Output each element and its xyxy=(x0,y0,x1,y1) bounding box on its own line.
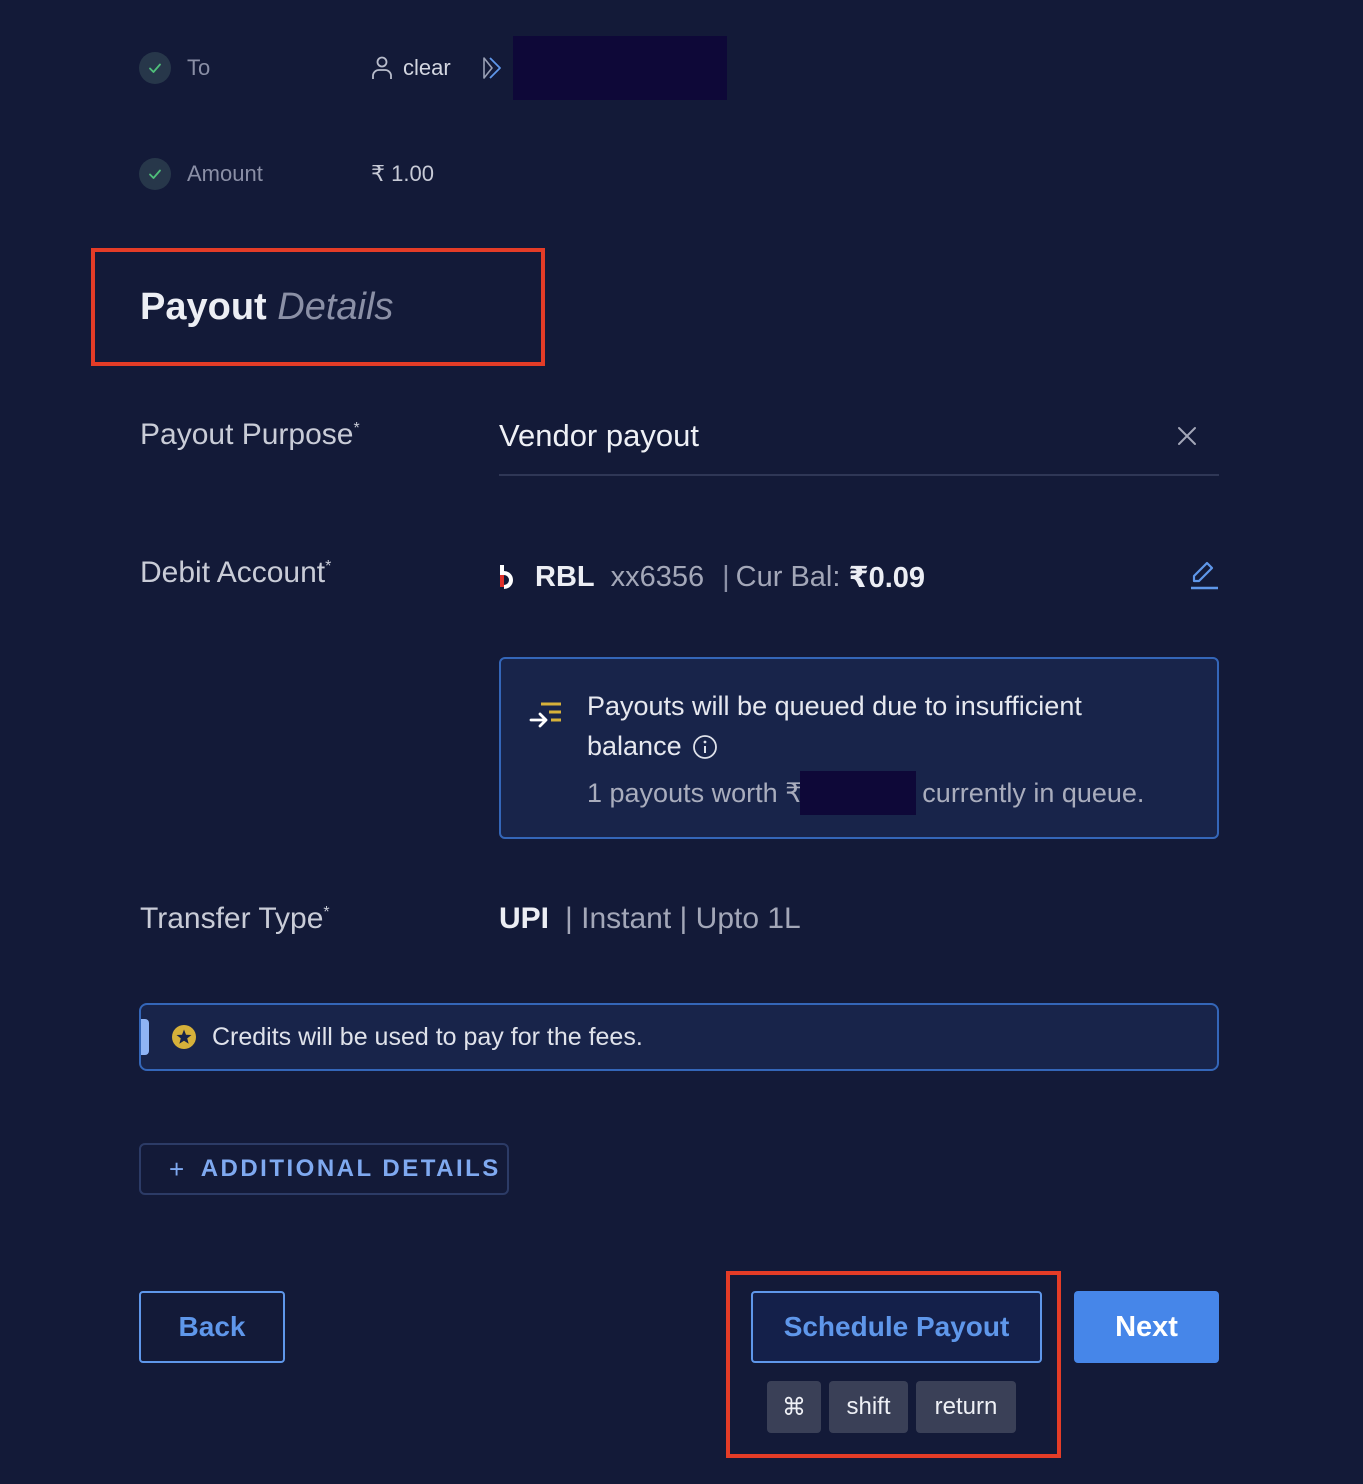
payout-purpose-label-text: Payout Purpose xyxy=(140,418,354,451)
queue-count-line: 1 payouts worth ₹ currently in queue. xyxy=(587,771,1144,815)
bank-name: RBL xyxy=(535,560,595,593)
close-icon[interactable] xyxy=(1175,424,1199,448)
key-return: return xyxy=(916,1381,1016,1433)
recipient-name: clear xyxy=(403,55,451,80)
account-number: xx6356 xyxy=(610,560,705,593)
section-title: Payout Details xyxy=(140,286,393,329)
summary-amount-value: ₹ 1.00 xyxy=(371,161,434,186)
required-mark: * xyxy=(325,558,332,575)
summary-to-row: To clear xyxy=(139,36,727,100)
notice-accent-bar xyxy=(141,1019,149,1055)
payout-purpose-input[interactable]: Vendor payout xyxy=(499,410,1219,476)
edit-icon[interactable] xyxy=(1186,557,1220,593)
balance-label: Cur Bal: xyxy=(735,560,841,593)
required-mark: * xyxy=(323,904,330,921)
additional-details-label: ADDITIONAL DETAILS xyxy=(200,1155,501,1182)
transfer-type-label: Transfer Type* xyxy=(140,902,330,936)
balance-value: ₹0.09 xyxy=(848,561,926,594)
summary-amount-row: Amount ₹ 1.00 xyxy=(139,157,434,191)
credits-notice: Credits will be used to pay for the fees… xyxy=(139,1003,1219,1071)
credits-notice-text: Credits will be used to pay for the fees… xyxy=(212,1023,643,1051)
rbl-bank-logo xyxy=(499,563,519,591)
queue-count-suffix: currently in queue. xyxy=(922,777,1145,808)
queue-icon xyxy=(529,701,563,733)
back-button[interactable]: Back xyxy=(139,1291,285,1363)
info-icon[interactable] xyxy=(692,734,718,760)
payout-form-page: To clear Amount ₹ 1.00 Payout Details Pa… xyxy=(0,0,1363,1484)
star-coin-icon xyxy=(171,1024,197,1050)
transfer-type-value: UPI | Instant | Upto 1L xyxy=(499,902,801,936)
redacted-amount xyxy=(800,771,917,815)
queue-message-balance: balance xyxy=(587,731,682,761)
debit-account-label: Debit Account* xyxy=(140,556,331,590)
next-button[interactable]: Next xyxy=(1074,1291,1219,1363)
debit-account-label-text: Debit Account xyxy=(140,556,326,589)
section-title-strong: Payout xyxy=(140,286,267,328)
redacted-recipient xyxy=(512,36,727,100)
section-title-light: Details xyxy=(277,286,394,328)
plus-icon: + xyxy=(169,1153,187,1184)
check-icon xyxy=(139,158,171,190)
person-icon xyxy=(371,55,393,81)
debit-account-value: RBL xx6356 | Cur Bal: ₹0.09 xyxy=(499,555,925,599)
schedule-payout-button[interactable]: Schedule Payout xyxy=(751,1291,1042,1363)
transfer-type-label-text: Transfer Type xyxy=(140,902,324,935)
payout-purpose-value: Vendor payout xyxy=(499,418,699,453)
transfer-description: | Instant | Upto 1L xyxy=(565,902,801,935)
summary-to-label: To xyxy=(187,55,211,80)
additional-details-button[interactable]: + ADDITIONAL DETAILS xyxy=(139,1143,509,1195)
required-mark: * xyxy=(353,420,360,437)
keyboard-shortcut: ⌘ shift return xyxy=(767,1381,1016,1433)
payout-purpose-label: Payout Purpose* xyxy=(140,418,360,452)
summary-to-value: clear xyxy=(371,36,727,100)
transfer-mode: UPI xyxy=(499,902,550,935)
separator: | xyxy=(722,560,730,593)
queue-notice: Payouts will be queued due to insufficie… xyxy=(499,657,1219,839)
check-icon xyxy=(139,52,171,84)
queue-message-line2: balance xyxy=(587,731,718,762)
summary-amount-label: Amount xyxy=(187,161,263,186)
queue-count-prefix: 1 payouts worth ₹ xyxy=(587,777,803,808)
queue-message-line1: Payouts will be queued due to insufficie… xyxy=(587,691,1082,721)
upi-arrow-icon xyxy=(481,56,503,80)
key-shift: shift xyxy=(829,1381,908,1433)
key-command: ⌘ xyxy=(767,1381,821,1433)
